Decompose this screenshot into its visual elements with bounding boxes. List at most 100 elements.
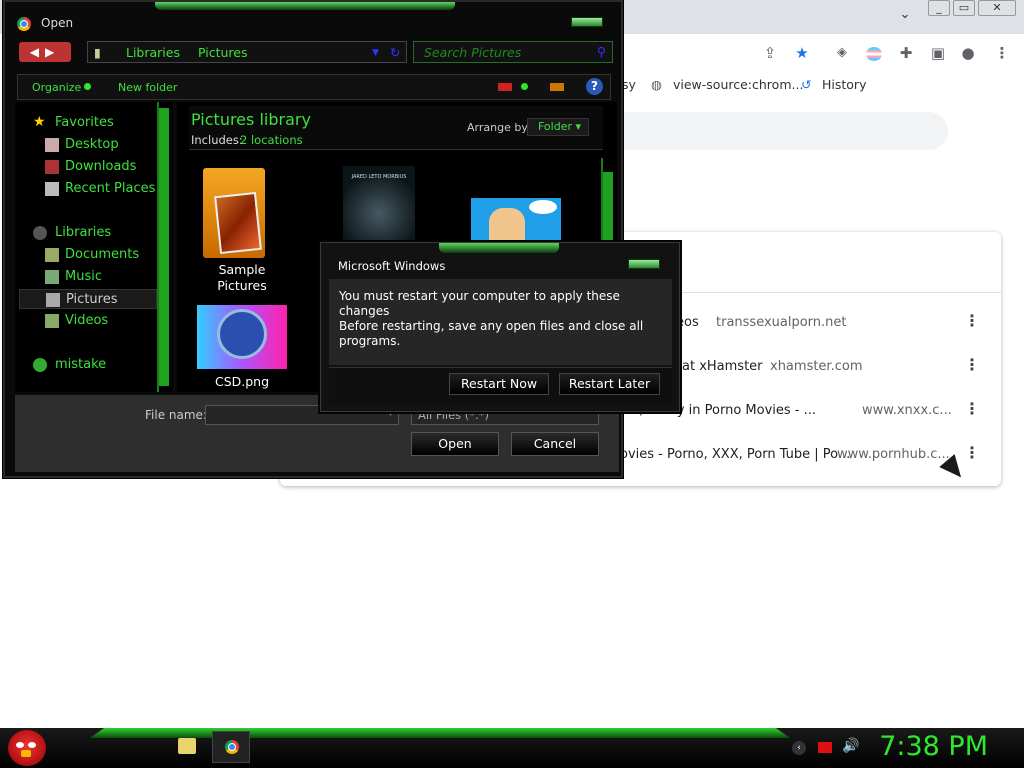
close-button[interactable] — [628, 259, 660, 269]
chrome-taskbar-button[interactable] — [212, 731, 250, 763]
chrome-menu-icon[interactable]: ⋮ — [992, 43, 1012, 63]
nav-label: Documents — [65, 247, 140, 262]
ublock-icon[interactable]: ◈ — [832, 43, 852, 63]
dialog-title: Open — [41, 16, 74, 30]
history-domain: www.xnxx.c... — [862, 403, 952, 418]
history-icon: ↺ — [801, 77, 812, 92]
tray-network-icon[interactable] — [818, 742, 832, 753]
extensions-puzzle-icon[interactable]: ✚ — [896, 43, 916, 63]
more-options-icon[interactable]: ⋮ — [964, 355, 980, 374]
command-bar: Organize New folder ? — [17, 74, 611, 100]
nav-label: Libraries — [55, 225, 112, 240]
profile-avatar-icon[interactable]: ● — [958, 43, 978, 63]
chrome-icon — [17, 17, 31, 31]
taskbar-glow-strip — [90, 728, 790, 738]
arrange-by-value: Folder — [538, 120, 572, 133]
refresh-icon[interactable]: ↻ — [390, 45, 400, 60]
restart-now-button[interactable]: Restart Now — [449, 373, 549, 395]
breadcrumb-pictures[interactable]: Pictures — [198, 45, 248, 60]
volume-icon[interactable]: 🔊 — [842, 738, 859, 754]
open-button[interactable]: Open — [411, 432, 499, 456]
library-header: Pictures library Includes: 2 locations A… — [189, 106, 603, 150]
bookmark-star-icon[interactable]: ★ — [792, 43, 812, 63]
nav-label: Desktop — [65, 137, 119, 152]
morbius-poster-thumbnail[interactable]: JARED LETO MORBIUS — [343, 166, 415, 252]
titlebar-glow — [155, 2, 455, 10]
item-label-sample-pictures[interactable]: Sample Pictures — [197, 262, 287, 294]
nav-label: Videos — [65, 313, 109, 328]
restore-button[interactable]: ▭ — [953, 0, 975, 16]
nav-label: Recent Places — [65, 181, 156, 196]
close-button[interactable] — [571, 17, 603, 27]
msgbox-title: Microsoft Windows — [338, 259, 446, 273]
search-icon: ⚲ — [596, 44, 606, 59]
tray-arrow-icon[interactable]: ‹ — [792, 741, 806, 755]
videos-icon — [45, 314, 59, 328]
music-icon — [45, 270, 59, 284]
more-options-icon[interactable]: ⋮ — [964, 311, 980, 330]
msgbox-footer: Restart Now Restart Later — [329, 367, 672, 403]
msgbox-body: You must restart your computer to apply … — [329, 279, 672, 365]
start-angry-bird-icon[interactable] — [8, 730, 46, 766]
history-title: ovies - Porno, XXX, Porn Tube | Po... — [620, 447, 851, 462]
more-options-icon[interactable]: ⋮ — [964, 399, 980, 418]
bookmark-history[interactable]: History — [822, 77, 866, 92]
breadcrumb-libraries[interactable]: Libraries — [126, 45, 180, 60]
cancel-button[interactable]: Cancel — [511, 432, 599, 456]
view-dropdown-icon[interactable] — [521, 83, 528, 90]
arrange-by-dropdown[interactable]: Folder ▾ — [527, 118, 589, 136]
includes-link[interactable]: 2 locations — [240, 133, 303, 147]
scrollbar-thumb[interactable] — [159, 108, 169, 386]
side-panel-icon[interactable]: ▣ — [928, 43, 948, 63]
msgbox-line2: Before restarting, save any open files a… — [339, 319, 644, 348]
organize-dropdown-icon — [84, 83, 91, 90]
tab-search-icon[interactable]: ⌄ — [890, 6, 920, 24]
share-icon[interactable]: ⇪ — [760, 43, 780, 63]
msgbox-line1: You must restart your computer to apply … — [339, 289, 620, 318]
folder-preview-image — [214, 191, 262, 255]
star-icon: ★ — [33, 114, 46, 130]
search-input[interactable]: Search Pictures ⚲ — [413, 41, 613, 63]
taskbar-clock[interactable]: 7:38 PM — [879, 731, 988, 762]
bird-eye — [16, 742, 24, 748]
libraries-icon — [33, 226, 47, 240]
bookmark-item[interactable]: sy — [622, 77, 636, 92]
csd-badge — [217, 309, 267, 359]
folder-icon[interactable] — [203, 168, 265, 258]
nav-pane-scrollbar[interactable] — [157, 102, 169, 392]
bookmark-view-source[interactable]: view-source:chrom... — [673, 77, 803, 92]
back-forward-arrows-icon[interactable]: ◀▶ — [19, 42, 71, 62]
bird-beak — [21, 750, 31, 757]
preview-pane-icon[interactable] — [550, 83, 564, 91]
help-icon[interactable]: ? — [586, 78, 603, 95]
extension-flag-icon[interactable] — [864, 43, 884, 63]
library-title: Pictures library — [191, 110, 311, 129]
history-domain: www.pornhub.c... — [837, 447, 950, 462]
csd-image-thumbnail[interactable] — [197, 305, 287, 369]
file-name-label: File name: — [145, 408, 207, 422]
nav-label: Pictures — [66, 292, 118, 307]
titlebar-glow — [439, 243, 559, 253]
dropdown-arrow-icon[interactable]: ▼ — [372, 48, 379, 58]
taskbar: ‹ 🔊 7:38 PM — [0, 728, 1024, 768]
new-folder-button[interactable]: New folder — [118, 81, 177, 94]
minimize-button[interactable]: _ — [928, 0, 950, 16]
arrange-by-label: Arrange by: — [467, 121, 531, 134]
organize-button[interactable]: Organize — [32, 81, 81, 94]
restart-later-button[interactable]: Restart Later — [559, 373, 660, 395]
navigation-pane: ★ Favorites Desktop Downloads Recent Plac… — [15, 102, 173, 392]
more-options-icon[interactable]: ⋮ — [964, 443, 980, 462]
item-label-csd[interactable]: CSD.png — [197, 374, 287, 390]
downloads-icon — [45, 160, 59, 174]
history-domain: xhamster.com — [770, 359, 863, 374]
restart-message-box: Microsoft Windows You must restart your … — [320, 242, 680, 412]
address-bar[interactable]: ▮ Libraries Pictures ▼ ↻ — [87, 41, 407, 63]
close-button[interactable]: ✕ — [978, 0, 1016, 16]
nav-pictures[interactable]: Pictures — [19, 289, 157, 309]
view-icon[interactable] — [498, 83, 512, 91]
explorer-taskbar-icon[interactable] — [178, 738, 196, 754]
recent-places-icon — [45, 182, 59, 196]
search-placeholder: Search Pictures — [424, 45, 522, 60]
chrome-icon — [225, 740, 239, 754]
globe-icon: ◍ — [651, 77, 662, 92]
